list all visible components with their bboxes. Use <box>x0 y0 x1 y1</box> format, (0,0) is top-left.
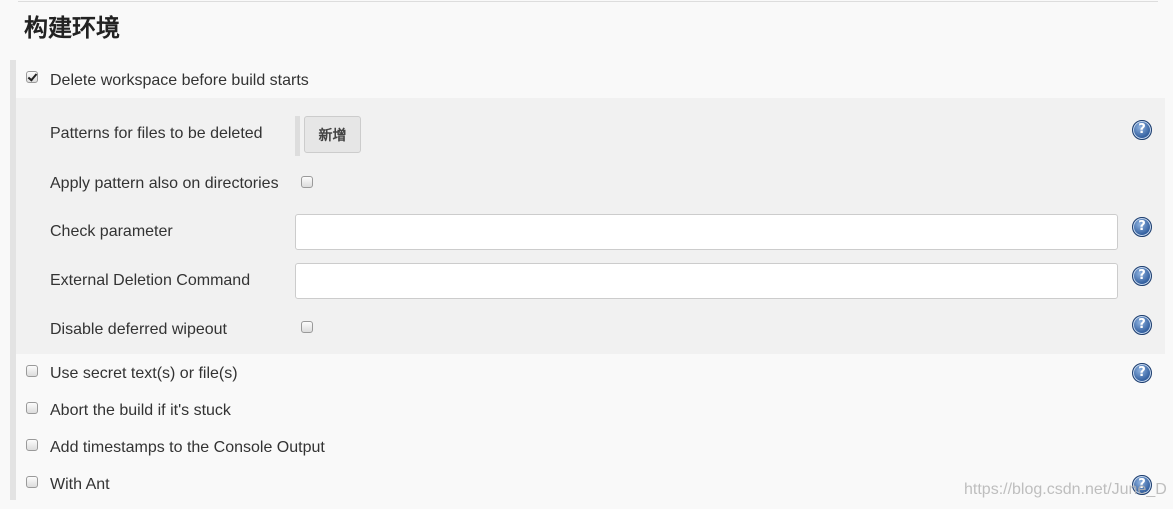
abort-stuck-label: Abort the build if it's stuck <box>50 402 231 419</box>
help-icon[interactable]: ? <box>1132 315 1152 335</box>
patterns-label: Patterns for files to be deleted <box>50 125 263 142</box>
help-icon[interactable]: ? <box>1132 266 1152 286</box>
abort-stuck-checkbox[interactable] <box>26 402 38 414</box>
watermark: https://blog.csdn.net/June_D <box>964 481 1167 498</box>
section-title: 构建环境 <box>24 14 120 42</box>
patterns-repeat-bar <box>295 116 300 156</box>
delete-workspace-label: Delete workspace before build starts <box>50 72 309 89</box>
help-icon[interactable]: ? <box>1132 363 1152 383</box>
add-timestamps-label: Add timestamps to the Console Output <box>50 439 325 456</box>
disable-wipeout-label: Disable deferred wipeout <box>50 321 227 338</box>
add-pattern-button[interactable]: 新增 <box>304 116 361 153</box>
top-divider <box>18 1 1158 2</box>
use-secret-label: Use secret text(s) or file(s) <box>50 365 238 382</box>
check-parameter-input[interactable] <box>295 214 1118 250</box>
disable-wipeout-checkbox[interactable] <box>301 321 313 333</box>
add-timestamps-checkbox[interactable] <box>26 439 38 451</box>
help-icon[interactable]: ? <box>1132 120 1152 140</box>
apply-dirs-checkbox[interactable] <box>301 176 313 188</box>
help-icon[interactable]: ? <box>1132 217 1152 237</box>
delete-workspace-checkbox[interactable] <box>26 71 38 83</box>
with-ant-label: With Ant <box>50 476 110 493</box>
with-ant-checkbox[interactable] <box>26 476 38 488</box>
external-deletion-command-input[interactable] <box>295 263 1118 299</box>
external-deletion-command-label: External Deletion Command <box>50 272 251 289</box>
use-secret-checkbox[interactable] <box>26 365 38 377</box>
check-parameter-label: Check parameter <box>50 223 173 240</box>
apply-dirs-label: Apply pattern also on directories <box>50 175 279 192</box>
